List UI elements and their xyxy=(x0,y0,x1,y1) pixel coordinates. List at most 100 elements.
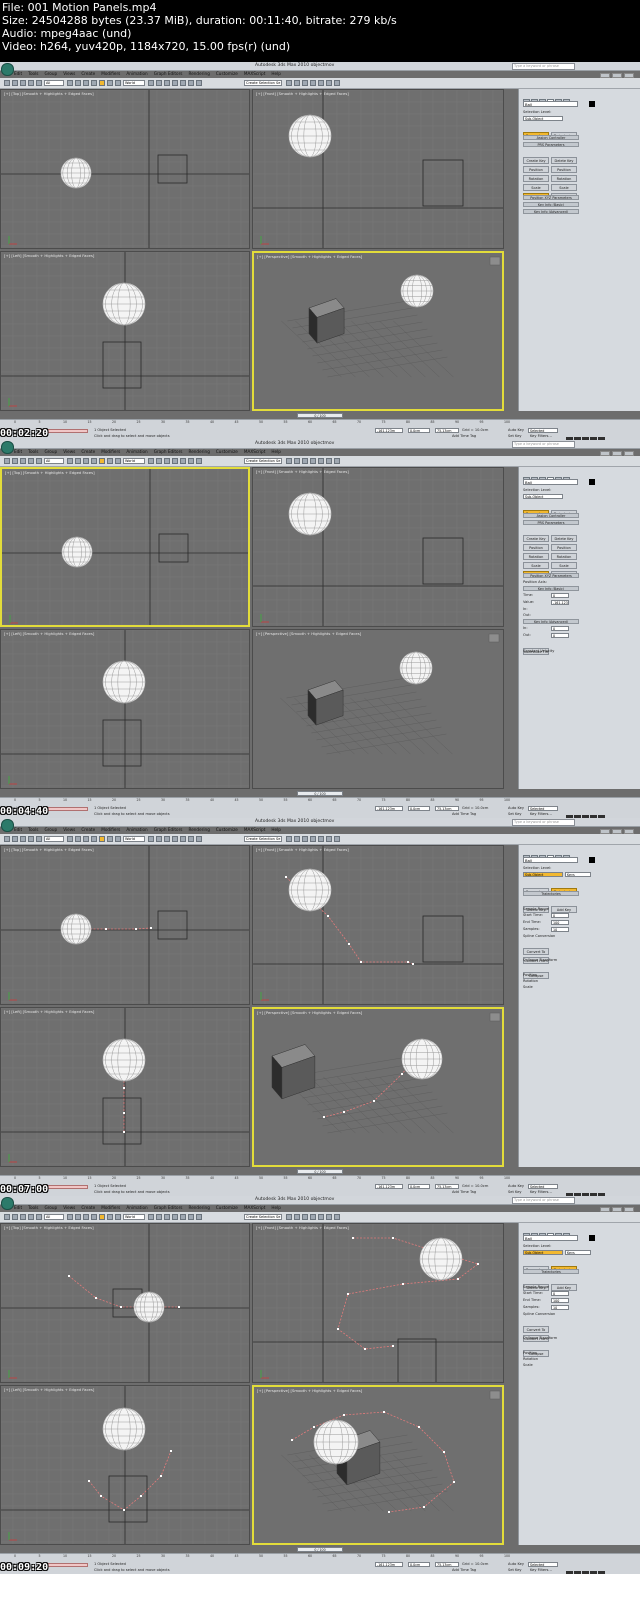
next-frame-icon[interactable] xyxy=(590,1571,597,1574)
render-setup-icon[interactable] xyxy=(318,458,324,464)
sub-object-dropdown[interactable]: Sub-Object xyxy=(523,1250,563,1255)
selection-filter-dropdown[interactable]: All xyxy=(44,80,64,86)
trajectory-key[interactable] xyxy=(343,1414,345,1416)
align-icon[interactable] xyxy=(196,1214,202,1220)
box-object[interactable] xyxy=(307,680,344,726)
sphere-object[interactable] xyxy=(400,274,434,308)
prs-parameters-rollout[interactable]: PRS Parameters xyxy=(523,142,579,147)
rotate-icon[interactable] xyxy=(107,836,113,842)
y-coordinate-field[interactable]: 0.0cm xyxy=(408,1562,430,1567)
link-icon[interactable] xyxy=(20,458,26,464)
unlink-icon[interactable] xyxy=(28,458,34,464)
set-key-button[interactable]: Set Key xyxy=(508,434,522,439)
menu-item[interactable]: Edit xyxy=(14,827,22,832)
menu-item[interactable]: Modifiers xyxy=(101,449,120,454)
trajectory-key[interactable] xyxy=(88,1480,90,1482)
trajectory-key[interactable] xyxy=(477,1263,479,1265)
scale-icon[interactable] xyxy=(115,836,121,842)
trajectory-key[interactable] xyxy=(407,961,409,963)
viewport-perspective-label[interactable]: [+] [Perspective] [Smooth + Highlights +… xyxy=(256,631,361,636)
viewport-top-label[interactable]: [+] [Top] [Smooth + Highlights + Edged F… xyxy=(4,847,94,852)
menu-item[interactable]: Animation xyxy=(126,1205,147,1210)
timeline-ruler[interactable]: 0 5 10 15 20 25 30 35 40 45 50 55 60 65 70 75 80 85 90 95 10… xyxy=(14,1554,510,1562)
menu-item[interactable]: Help xyxy=(271,71,281,76)
snap-icon[interactable] xyxy=(156,836,162,842)
menu-item[interactable]: Create xyxy=(81,1205,95,1210)
trajectory-key[interactable] xyxy=(170,1450,172,1452)
rotate-icon[interactable] xyxy=(107,1214,113,1220)
window-crossing-icon[interactable] xyxy=(91,80,97,86)
menu-item[interactable]: Customize xyxy=(216,449,238,454)
viewcube-icon[interactable] xyxy=(489,1390,501,1400)
sphere-object[interactable] xyxy=(102,1407,146,1451)
menu-item[interactable]: Graph Editors xyxy=(154,1205,183,1210)
menu-item[interactable]: Create xyxy=(81,71,95,76)
undo-icon[interactable] xyxy=(4,458,10,464)
viewport-left[interactable]: [+] [Left] [Smooth + Highlights + Edged … xyxy=(0,629,250,789)
viewport-front[interactable]: [+] [Front] [Smooth + Highlights + Edged… xyxy=(252,467,504,627)
snap-icon[interactable] xyxy=(156,458,162,464)
key-info-advanced-rollout[interactable]: Key Info (Advanced) xyxy=(523,619,579,624)
menu-item[interactable]: Tools xyxy=(28,827,38,832)
render-frame-icon[interactable] xyxy=(334,836,340,842)
select-by-name-icon[interactable] xyxy=(75,458,81,464)
region-select-icon[interactable] xyxy=(83,80,89,86)
schematic-icon[interactable] xyxy=(302,80,308,86)
percent-snap-icon[interactable] xyxy=(172,1214,178,1220)
render-icon[interactable] xyxy=(326,80,332,86)
object-name-field[interactable]: Ball xyxy=(523,479,578,485)
angle-snap-icon[interactable] xyxy=(164,1214,170,1220)
app-logo-icon[interactable] xyxy=(1,63,14,76)
undo-icon[interactable] xyxy=(4,836,10,842)
menu-item[interactable]: Modifiers xyxy=(101,1205,120,1210)
menu-item[interactable]: Edit xyxy=(14,449,22,454)
link-icon[interactable] xyxy=(20,836,26,842)
object-name-field[interactable]: Ball xyxy=(523,1235,578,1241)
trajectory-key[interactable] xyxy=(412,963,414,965)
viewport-perspective-label[interactable]: [+] [Perspective] [Smooth + Highlights +… xyxy=(257,1010,362,1015)
position-xyz-rollout[interactable]: Position XYZ Parameters xyxy=(523,195,579,200)
viewport-top-label[interactable]: [+] [Top] [Smooth + Highlights + Edged F… xyxy=(5,470,95,475)
trajectory-key[interactable] xyxy=(178,1306,180,1308)
box-object[interactable] xyxy=(157,154,188,184)
z-coordinate-field[interactable]: 75.13cm xyxy=(435,1184,459,1189)
trajectory-key[interactable] xyxy=(360,961,362,963)
mirror-icon[interactable] xyxy=(188,836,194,842)
menu-item[interactable]: Views xyxy=(63,827,75,832)
menu-item[interactable]: Group xyxy=(44,827,57,832)
render-setup-icon[interactable] xyxy=(318,836,324,842)
menu-item[interactable]: Create xyxy=(81,449,95,454)
menu-item[interactable]: Customize xyxy=(216,1205,238,1210)
box-object[interactable] xyxy=(102,1097,142,1145)
redo-icon[interactable] xyxy=(12,80,18,86)
layer-icon[interactable] xyxy=(286,80,292,86)
trajectory-key[interactable] xyxy=(327,915,329,917)
menu-item[interactable]: Tools xyxy=(28,449,38,454)
y-coordinate-field[interactable]: 0.0cm xyxy=(408,806,430,811)
trajectory-key[interactable] xyxy=(285,876,287,878)
named-selection-dropdown[interactable]: Create Selection Se xyxy=(244,836,282,842)
named-selection-dropdown[interactable]: Create Selection Se xyxy=(244,1214,282,1220)
play-icon[interactable] xyxy=(582,1571,589,1574)
unlink-icon[interactable] xyxy=(28,836,34,842)
menu-item[interactable]: Rendering xyxy=(188,827,209,832)
menu-item[interactable]: Animation xyxy=(126,449,147,454)
bind-icon[interactable] xyxy=(36,458,42,464)
redo-icon[interactable] xyxy=(12,458,18,464)
selection-filter-dropdown[interactable]: All xyxy=(44,836,64,842)
add-key-button[interactable]: Add Key xyxy=(551,1284,577,1291)
sub-object-dropdown[interactable]: Sub-Object xyxy=(523,116,563,121)
box-object[interactable] xyxy=(308,298,345,344)
viewcube-icon[interactable] xyxy=(488,633,500,643)
x-coordinate-field[interactable]: -161.123m xyxy=(375,1184,403,1189)
viewport-top[interactable]: [+] [Top] [Smooth + Highlights + Edged F… xyxy=(0,89,250,249)
render-icon[interactable] xyxy=(326,1214,332,1220)
trajectory-key[interactable] xyxy=(160,1475,162,1477)
x-coordinate-field[interactable]: -161.123m xyxy=(375,806,403,811)
help-search-input[interactable]: Type a keyword or phrase xyxy=(512,63,575,70)
percent-snap-icon[interactable] xyxy=(172,80,178,86)
sphere-object[interactable] xyxy=(313,1419,359,1465)
viewport-front[interactable]: [+] [Front] [Smooth + Highlights + Edged… xyxy=(252,1223,504,1383)
viewport-front-label[interactable]: [+] [Front] [Smooth + Highlights + Edged… xyxy=(256,847,349,852)
viewport-top[interactable]: [+] [Top] [Smooth + Highlights + Edged F… xyxy=(0,467,250,627)
